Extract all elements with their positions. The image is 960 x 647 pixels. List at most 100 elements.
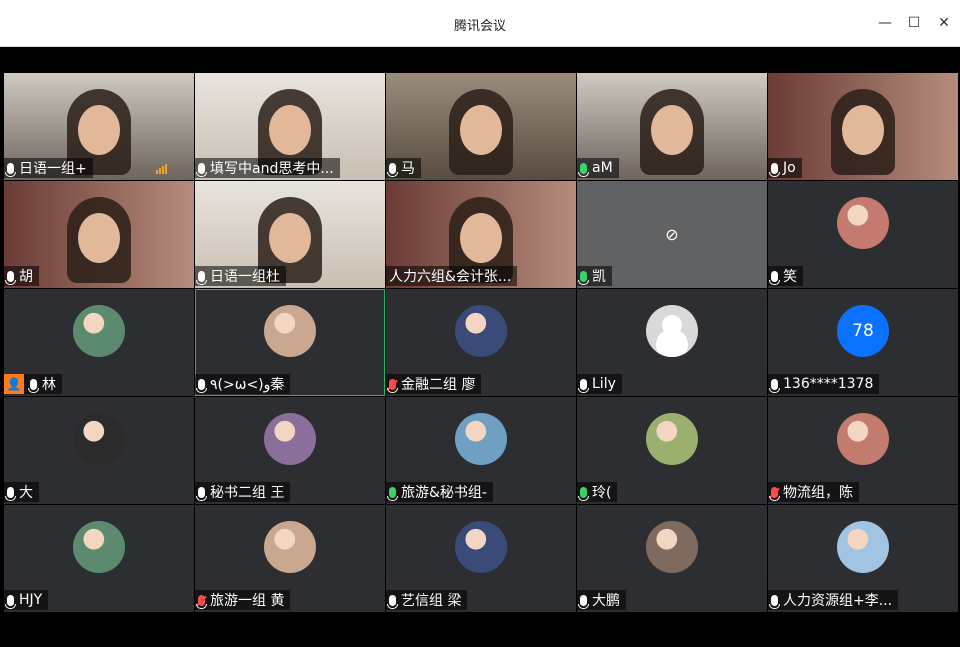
participant-face (78, 213, 120, 263)
avatar (455, 521, 507, 573)
participant-name: Jo (783, 160, 796, 176)
participant-name: ٩(>ω<)و秦 (210, 377, 285, 393)
participant-name-label: 人力六组&会计张... (386, 266, 518, 286)
avatar (264, 305, 316, 357)
participant-tile[interactable]: 人力六组&会计张... (386, 181, 576, 288)
participant-tile[interactable]: 马 (386, 73, 576, 180)
participant-name-label: 136****1378 (768, 374, 880, 394)
participant-tile[interactable]: 78 136****1378 (768, 289, 958, 396)
participant-tile[interactable]: 填写中and思考中... (195, 73, 385, 180)
participant-face (651, 105, 693, 155)
mic-icon (769, 594, 780, 609)
participant-tile[interactable]: 大 (4, 397, 194, 504)
participant-name: 笑 (783, 269, 797, 285)
participant-name: 136****1378 (783, 376, 874, 392)
participant-name-label: 日语一组+ (4, 158, 93, 178)
participant-tile[interactable]: ⊘ 凯 (577, 181, 767, 288)
participant-tile[interactable]: 玲( (577, 397, 767, 504)
mic-icon (5, 162, 16, 177)
mic-muted-icon (196, 594, 207, 609)
participant-name-label: 大鹏 (577, 590, 626, 610)
participant-tile[interactable]: 秘书二组 王 (195, 397, 385, 504)
participant-name: 填写中and思考中... (210, 161, 334, 177)
participant-name-label: ٩(>ω<)و秦 (195, 374, 291, 394)
participant-tile[interactable]: 旅游一组 黄 (195, 505, 385, 612)
participant-tile[interactable]: ٩(>ω<)و秦 (195, 289, 385, 396)
participant-name-label: 玲( (577, 482, 618, 502)
participant-name-label: aM (577, 158, 619, 178)
participant-name-label: 凯 (577, 266, 612, 286)
participant-name: 旅游&秘书组- (401, 485, 487, 501)
participant-face (78, 105, 120, 155)
participant-name: 秘书二组 王 (210, 485, 285, 501)
participant-tile[interactable]: Jo (768, 73, 958, 180)
close-icon[interactable]: ✕ (933, 12, 955, 34)
participant-name-label: Lily (577, 374, 622, 394)
participant-tile[interactable]: 笑 (768, 181, 958, 288)
participant-name: aM (592, 160, 613, 176)
mic-icon (387, 594, 398, 609)
participant-name-label: HJY (4, 590, 49, 610)
mic-icon (769, 162, 780, 177)
participant-name: 艺信组 梁 (401, 593, 462, 609)
maximize-icon[interactable]: ☐ (903, 12, 925, 34)
avatar: 78 (837, 305, 889, 357)
avatar (73, 305, 125, 357)
mic-icon (5, 594, 16, 609)
mic-icon (578, 162, 589, 177)
avatar (837, 197, 889, 249)
participant-tile[interactable]: 金融二组 廖 (386, 289, 576, 396)
host-badge-icon: 👤 (4, 374, 24, 394)
participant-grid: 日语一组+ 填写中and思考中... 马 aM Jo 胡 日语一组杜 人力六组&会计张... ⊘… (4, 73, 959, 613)
participant-name: 马 (401, 161, 415, 177)
participant-name: 人力资源组+李... (783, 593, 893, 609)
participant-name: 胡 (19, 269, 33, 285)
participant-tile[interactable]: 旅游&秘书组- (386, 397, 576, 504)
participant-name-label: 👤 林 (4, 374, 62, 394)
participant-tile[interactable]: aM (577, 73, 767, 180)
participant-name: 物流组，陈 (783, 485, 853, 501)
mic-icon (28, 378, 39, 393)
participant-tile[interactable]: Lily (577, 289, 767, 396)
mic-icon (769, 378, 780, 393)
participant-name-label: 笑 (768, 266, 803, 286)
participant-name: 凯 (592, 269, 606, 285)
avatar (646, 521, 698, 573)
participant-name-label: 人力资源组+李... (768, 590, 899, 610)
mic-icon (578, 486, 589, 501)
participant-name-label: 填写中and思考中... (195, 158, 340, 178)
participant-tile[interactable]: 物流组，陈 (768, 397, 958, 504)
participant-tile[interactable]: 日语一组+ (4, 73, 194, 180)
participant-name: 林 (42, 377, 56, 393)
meeting-window: 腾讯会议 — ☐ ✕ 日语一组+ 填写中and思考中... 马 aM Jo 胡日语一组杜人… (0, 0, 960, 647)
participant-face (460, 213, 502, 263)
avatar (837, 413, 889, 465)
avatar (646, 413, 698, 465)
mic-icon (769, 270, 780, 285)
avatar (455, 305, 507, 357)
participant-tile[interactable]: 人力资源组+李... (768, 505, 958, 612)
mic-icon (387, 162, 398, 177)
participant-tile[interactable]: 👤 林 (4, 289, 194, 396)
participant-name-label: 艺信组 梁 (386, 590, 468, 610)
participant-tile[interactable]: 日语一组杜 (195, 181, 385, 288)
participant-face (460, 105, 502, 155)
participant-tile[interactable]: 胡 (4, 181, 194, 288)
participant-name: HJY (19, 592, 43, 608)
minimize-icon[interactable]: — (874, 12, 896, 34)
participant-name-label: Jo (768, 158, 802, 178)
participant-tile[interactable]: 大鹏 (577, 505, 767, 612)
participant-name-label: 马 (386, 158, 421, 178)
mic-muted-icon (769, 486, 780, 501)
window-title: 腾讯会议 (453, 19, 506, 34)
participant-name: 大鹏 (592, 593, 620, 609)
participant-name-label: 胡 (4, 266, 39, 286)
mic-icon (578, 594, 589, 609)
participant-name: 大 (19, 485, 33, 501)
participant-tile[interactable]: HJY (4, 505, 194, 612)
participant-tile[interactable]: 艺信组 梁 (386, 505, 576, 612)
participant-name: 人力六组&会计张... (389, 269, 512, 285)
mic-icon (578, 378, 589, 393)
participant-name: 玲( (592, 485, 612, 501)
camera-off-icon: ⊘ (665, 225, 679, 244)
